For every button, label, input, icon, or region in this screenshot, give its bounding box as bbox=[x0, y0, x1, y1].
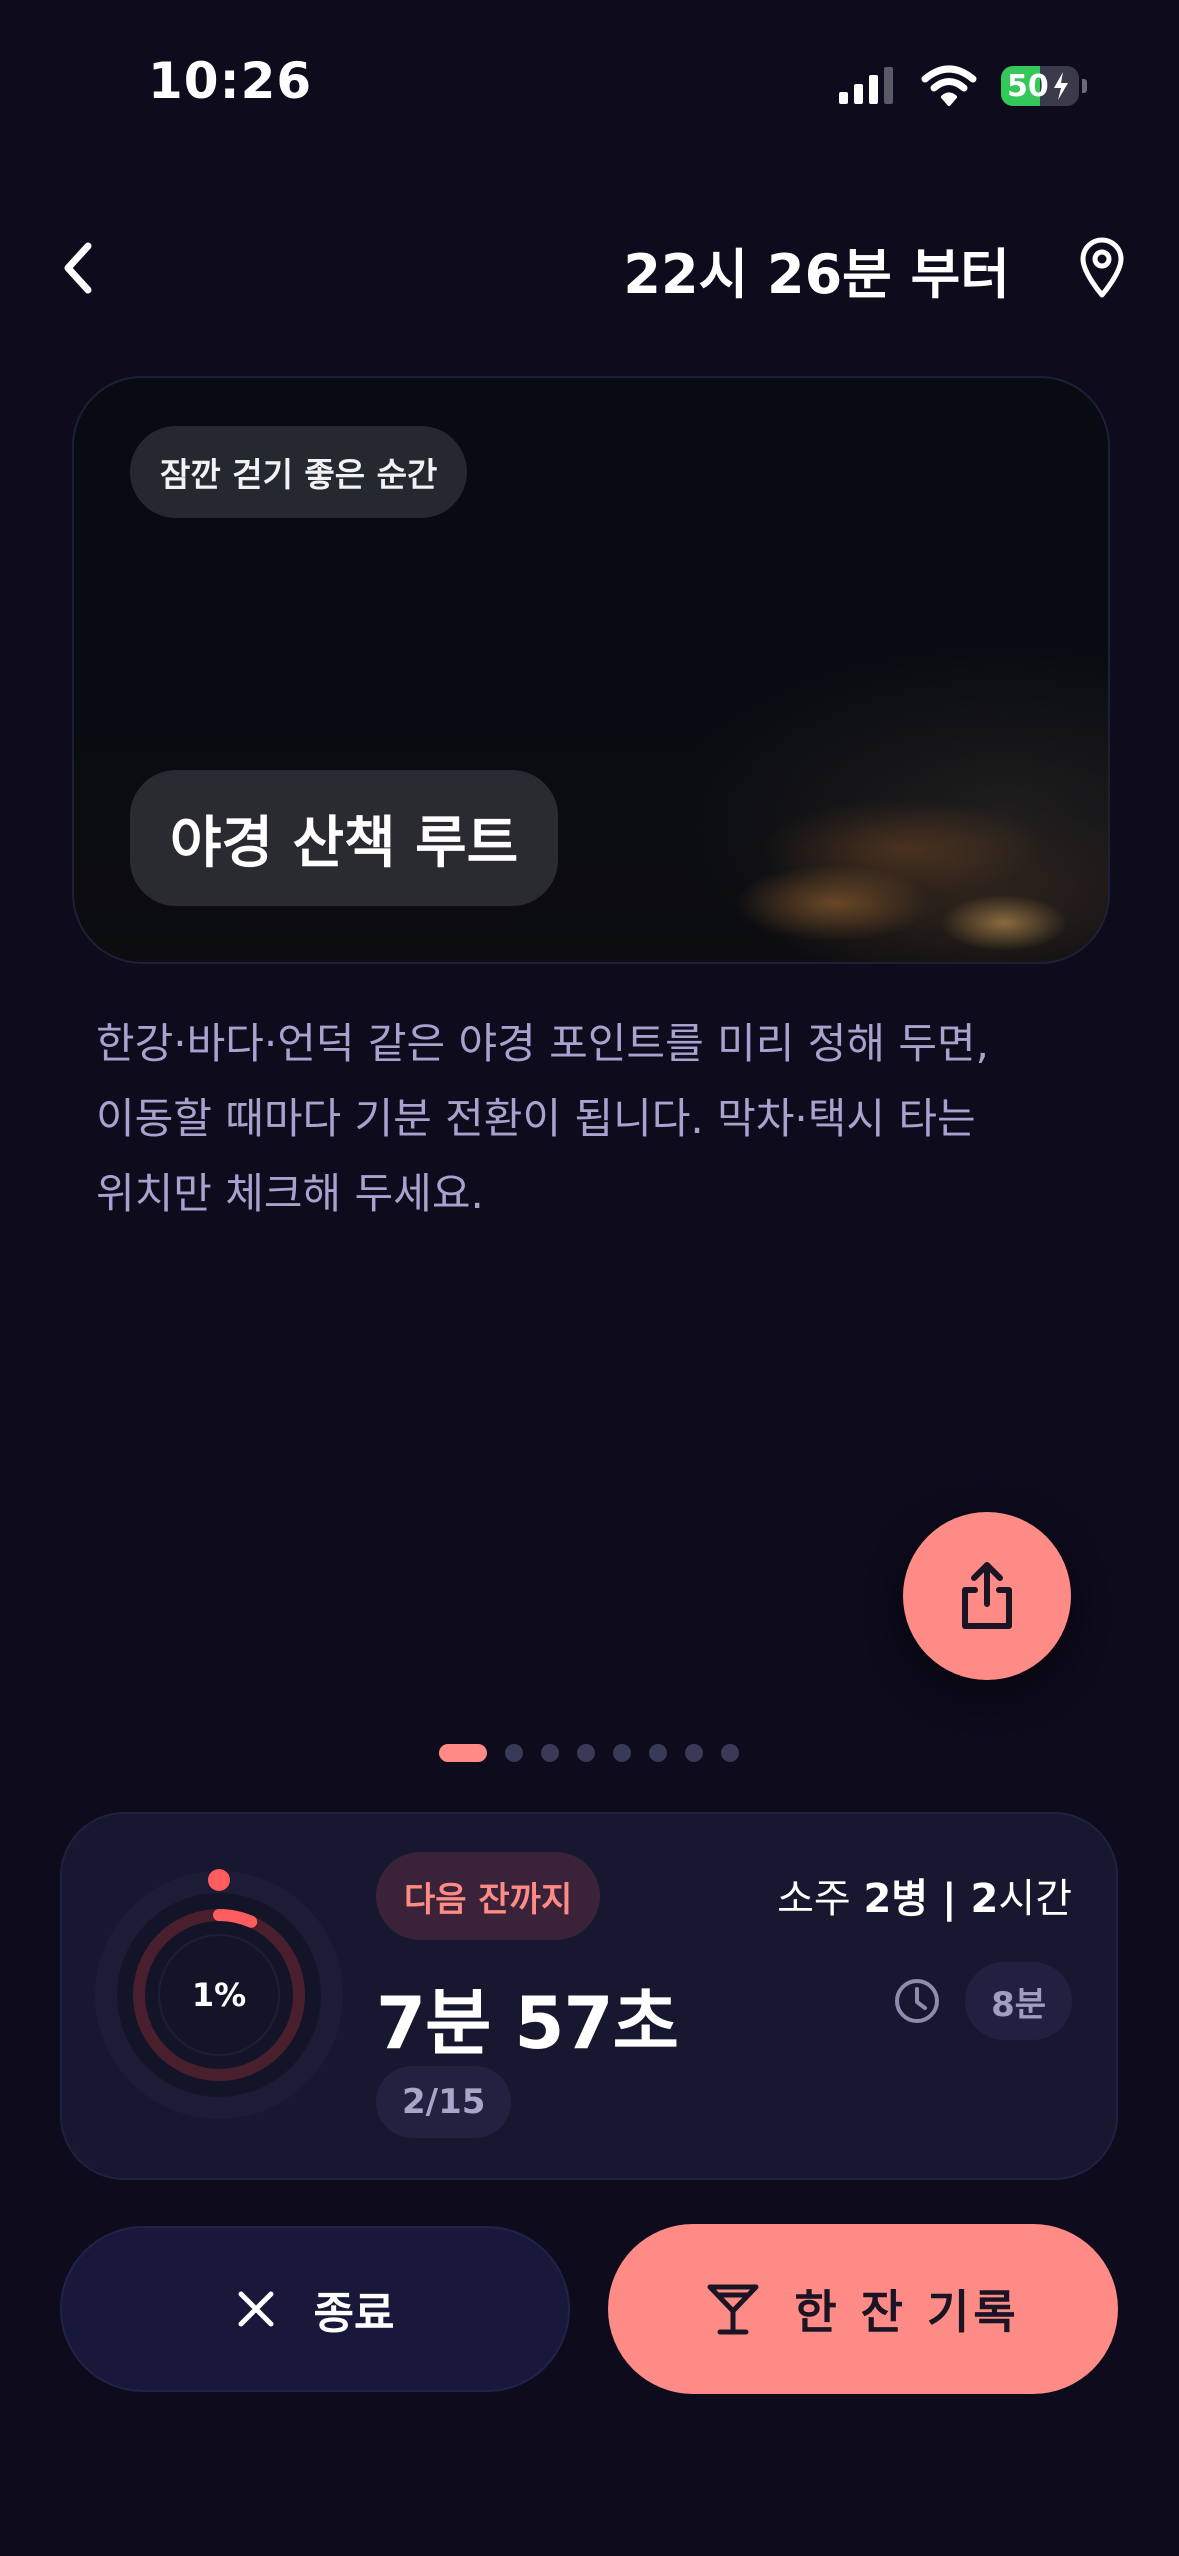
share-icon bbox=[962, 1562, 1012, 1629]
plan-drink-amount: 2병 bbox=[863, 1876, 929, 1922]
record-drink-button[interactable]: 한 잔 기록 bbox=[608, 2224, 1118, 2394]
drink-count: 2/15 bbox=[376, 2066, 512, 2138]
record-button-label: 한 잔 기록 bbox=[794, 2285, 1020, 2339]
close-icon bbox=[238, 2291, 274, 2327]
share-button[interactable] bbox=[903, 1512, 1071, 1680]
interval-value: 8분 bbox=[965, 1962, 1072, 2040]
cocktail-glass-icon bbox=[707, 2284, 759, 2335]
clock-icon bbox=[895, 1979, 940, 2023]
page-dot[interactable] bbox=[505, 1744, 523, 1762]
wifi-icon bbox=[921, 65, 977, 106]
screen: 10:26 50 22시 26분 부터 잠깐 걷기 좋은 순간 야경 산책 루트… bbox=[0, 0, 1179, 2556]
end-button-label: 종료 bbox=[313, 2288, 395, 2339]
battery-cap bbox=[1082, 79, 1087, 93]
location-button[interactable] bbox=[1070, 228, 1134, 308]
page-dot[interactable] bbox=[613, 1744, 631, 1762]
status-indicators: 50 bbox=[837, 60, 1087, 112]
plan-duration-amount: 2 bbox=[970, 1876, 999, 1922]
drink-plan: 소주 2병 | 2시간 bbox=[777, 1866, 1072, 1924]
hero-title: 야경 산책 루트 bbox=[130, 770, 559, 906]
cellular-signal-icon bbox=[839, 67, 893, 104]
back-button[interactable] bbox=[50, 228, 106, 308]
end-button[interactable]: 종료 bbox=[60, 2226, 570, 2392]
progress-ring: 1% bbox=[92, 1868, 346, 2122]
next-drink-label: 다음 잔까지 bbox=[376, 1852, 601, 1940]
plan-separator: | bbox=[928, 1876, 971, 1922]
status-time: 10:26 bbox=[148, 52, 313, 110]
chevron-left-icon bbox=[64, 242, 92, 294]
hero-card[interactable]: 잠깐 걷기 좋은 순간 야경 산책 루트 bbox=[72, 376, 1110, 964]
page-dot[interactable] bbox=[649, 1744, 667, 1762]
battery-indicator: 50 bbox=[1001, 66, 1087, 106]
countdown-timer: 7분 57초 bbox=[376, 1981, 679, 2065]
page-dot[interactable] bbox=[577, 1744, 595, 1762]
plan-drink-prefix: 소주 bbox=[777, 1876, 864, 1922]
interval-setting[interactable]: 8분 bbox=[893, 1962, 1072, 2040]
progress-percent: 1% bbox=[191, 1976, 247, 2014]
progress-card: 1% 다음 잔까지 7분 57초 2/15 소주 2병 | 2시간 8분 bbox=[60, 1812, 1118, 2180]
page-dot[interactable] bbox=[721, 1744, 739, 1762]
page-dot[interactable] bbox=[541, 1744, 559, 1762]
page-dot[interactable] bbox=[685, 1744, 703, 1762]
description-text: 한강·바다·언덕 같은 야경 포인트를 미리 정해 두면, 이동할 때마다 기분… bbox=[96, 1019, 989, 1218]
charging-bolt-icon bbox=[1053, 72, 1068, 100]
battery-percent: 50 bbox=[1007, 68, 1049, 104]
page-title: 22시 26분 부터 bbox=[623, 243, 1010, 306]
map-pin-icon bbox=[1080, 237, 1124, 298]
plan-duration-unit: 시간 bbox=[998, 1876, 1072, 1922]
hero-tag: 잠깐 걷기 좋은 순간 bbox=[130, 426, 468, 518]
page-dot[interactable] bbox=[439, 1744, 487, 1762]
page-indicator[interactable] bbox=[439, 1744, 739, 1762]
